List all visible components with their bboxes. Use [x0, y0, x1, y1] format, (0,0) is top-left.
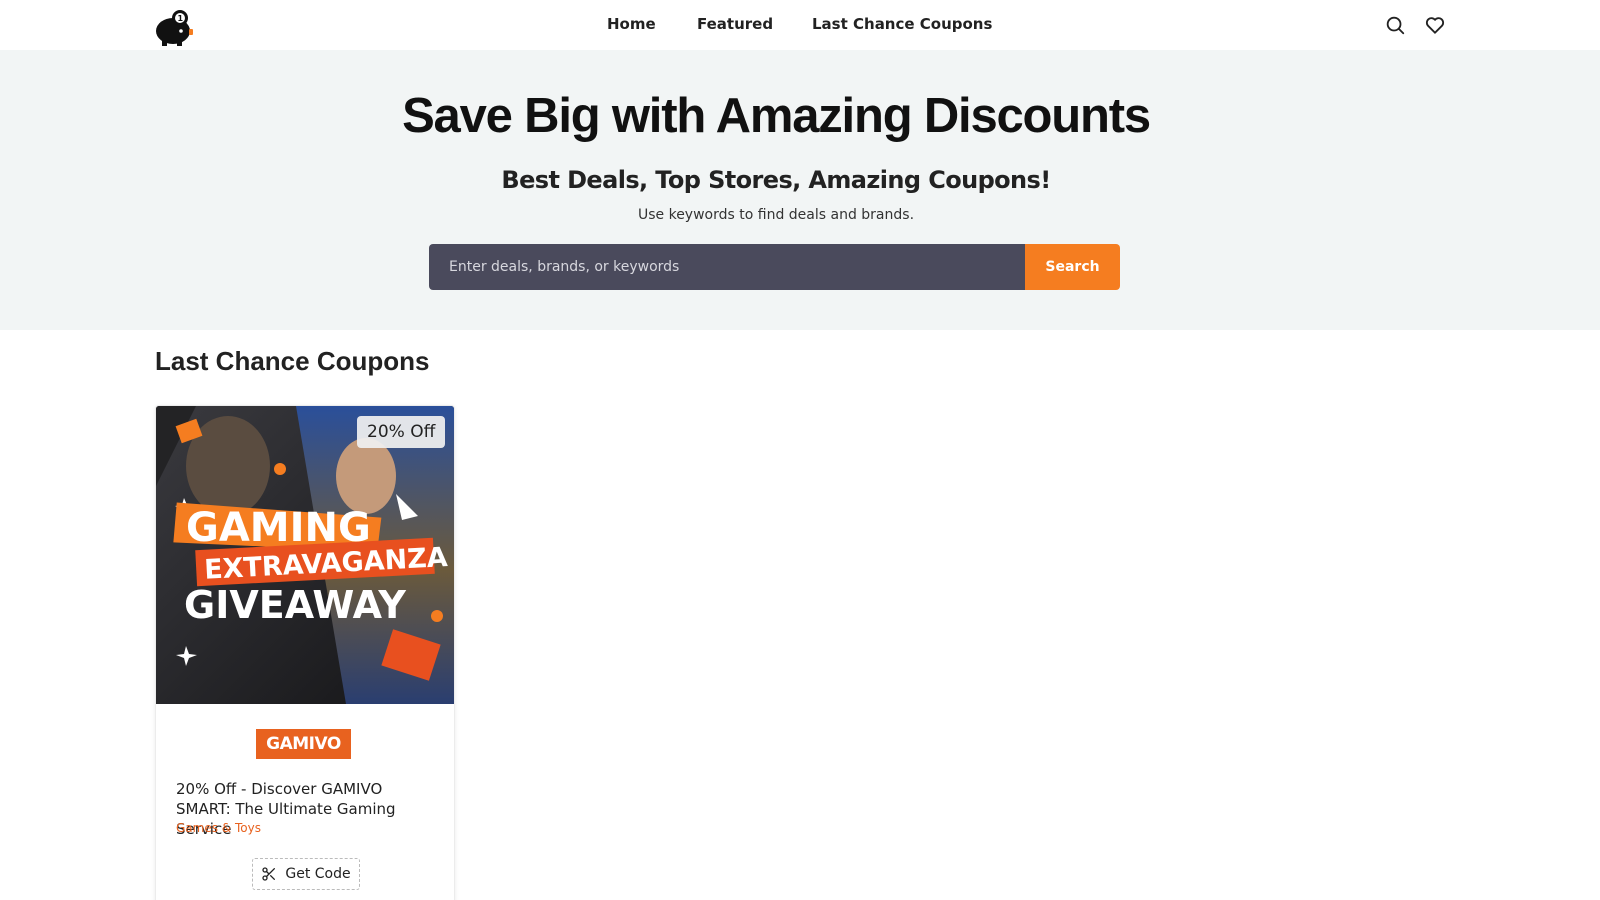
nav-home[interactable]: Home — [607, 15, 656, 33]
coupon-image[interactable]: GAMING EXTRAVAGANZA GIVEAWAY — [156, 406, 454, 704]
search-button[interactable]: Search — [1025, 244, 1120, 290]
coupon-category[interactable]: Games & Toys — [176, 821, 261, 835]
search-bar: Search — [429, 244, 1120, 290]
heart-icon[interactable] — [1424, 14, 1446, 36]
main-nav: Home Featured Last Chance Coupons — [0, 0, 1600, 50]
get-code-button[interactable]: Get Code — [252, 858, 360, 890]
image-text-3: GIVEAWAY — [184, 583, 406, 627]
hero-section: Save Big with Amazing Discounts Best Dea… — [0, 50, 1600, 330]
brand-logo-text: GAMIVO — [266, 734, 341, 754]
hero-title: Save Big with Amazing Discounts — [402, 89, 1151, 143]
search-icon[interactable] — [1384, 14, 1406, 36]
nav-featured[interactable]: Featured — [697, 15, 773, 33]
scissors-icon — [262, 867, 276, 881]
get-code-label: Get Code — [285, 866, 351, 882]
search-input[interactable] — [429, 244, 1025, 290]
brand-logo[interactable]: GAMIVO — [256, 729, 351, 759]
hero-hint: Use keywords to find deals and brands. — [637, 207, 915, 223]
nav-last-chance-coupons[interactable]: Last Chance Coupons — [812, 15, 992, 33]
section-title: Last Chance Coupons — [155, 346, 430, 376]
discount-badge: 20% Off — [357, 416, 446, 448]
coupon-card[interactable]: GAMING EXTRAVAGANZA GIVEAWAY 20% Off GAM… — [155, 405, 455, 900]
site-header: 1 Home Featured Last Chance Coupons — [0, 0, 1600, 50]
hero-subtitle: Best Deals, Top Stores, Amazing Coupons! — [501, 166, 1051, 194]
